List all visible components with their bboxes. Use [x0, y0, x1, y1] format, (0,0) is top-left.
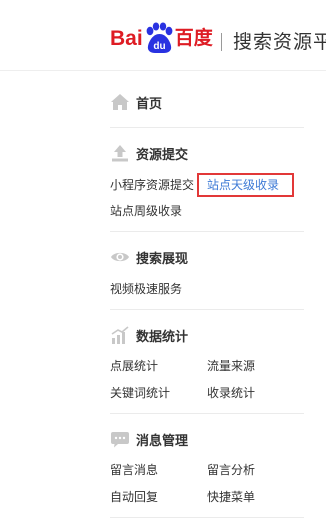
- section-divider: [110, 231, 304, 232]
- section-data-stats: 数据统计: [110, 324, 304, 346]
- section-divider: [110, 517, 304, 518]
- eye-icon: [110, 247, 130, 267]
- section-divider: [110, 309, 304, 310]
- section-divider: [110, 413, 304, 414]
- sidebar-item-weekly-index[interactable]: 站点周级收录: [110, 203, 182, 219]
- sidebar-item-click-stats[interactable]: 点展统计: [110, 358, 158, 374]
- highlight-box: [197, 173, 294, 197]
- logo-paw-text: du: [153, 41, 165, 52]
- home-label: 首页: [136, 96, 163, 112]
- sidebar-item-traffic-source[interactable]: 流量来源: [207, 358, 255, 374]
- sidebar-nav: [0, 71, 326, 532]
- section-search-display: 搜索展现: [110, 246, 304, 268]
- sidebar-item-quick-menu[interactable]: 快捷菜单: [207, 489, 255, 505]
- bar-chart-icon: [110, 325, 130, 345]
- section-title-message-mgmt: 消息管理: [136, 433, 189, 449]
- sidebar-item-home[interactable]: 首页: [110, 91, 304, 113]
- section-divider: [110, 127, 304, 128]
- sidebar-item-messages[interactable]: 留言消息: [110, 462, 158, 478]
- logo-text-bai: Bai: [110, 26, 143, 50]
- page-title: 搜索资源平: [233, 31, 326, 53]
- top-header: Bai du 百度 搜索资源平: [0, 0, 326, 71]
- section-title-resource-submit: 资源提交: [136, 147, 189, 163]
- baidu-paw-icon: du: [146, 22, 173, 53]
- section-message-mgmt: 消息管理: [110, 428, 304, 450]
- house-icon: [110, 92, 130, 112]
- header-separator: [221, 33, 222, 51]
- chat-bubble-icon: [110, 429, 130, 449]
- sidebar-item-message-analysis[interactable]: 留言分析: [207, 462, 255, 478]
- logo-text-baidu-cn: 百度: [174, 26, 213, 49]
- section-title-search-display: 搜索展现: [136, 251, 189, 267]
- sidebar-item-miniprogram-submit[interactable]: 小程序资源提交: [110, 177, 194, 193]
- baidu-logo[interactable]: Bai du 百度: [110, 20, 213, 56]
- section-resource-submit: 资源提交: [110, 142, 304, 164]
- upload-icon: [110, 143, 130, 163]
- sidebar-item-keyword-stats[interactable]: 关键词统计: [110, 385, 170, 401]
- sidebar-item-auto-reply[interactable]: 自动回复: [110, 489, 158, 505]
- sidebar-item-index-stats[interactable]: 收录统计: [207, 385, 255, 401]
- section-title-data-stats: 数据统计: [136, 329, 189, 345]
- sidebar-item-video-fast-service[interactable]: 视频极速服务: [110, 281, 182, 297]
